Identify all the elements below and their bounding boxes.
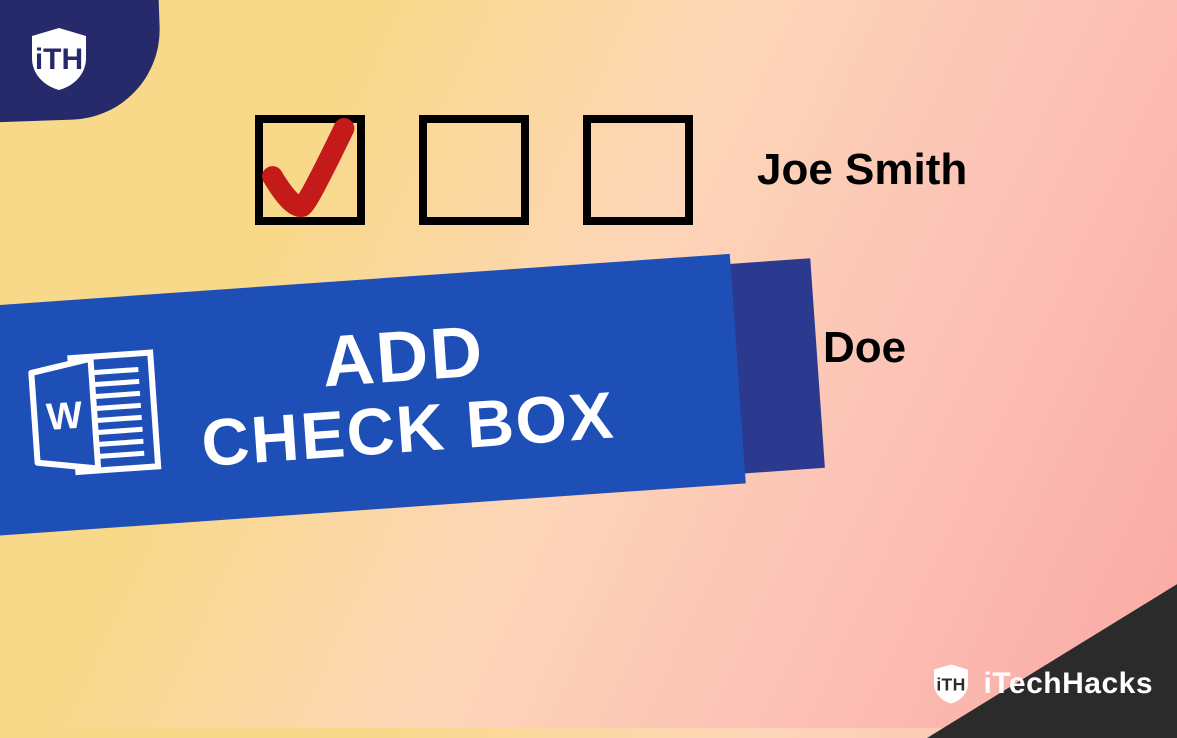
banner-text: ADD CHECK BOX [194, 305, 617, 478]
checkbox-row: Joe Smith [255, 115, 967, 225]
ms-word-icon: W [14, 334, 174, 494]
checkmark-icon [253, 95, 383, 245]
brand-name: iTechHacks [983, 667, 1153, 701]
shield-logo-icon: iTH [929, 662, 973, 706]
svg-text:iTH: iTH [35, 43, 83, 76]
checkbox-empty[interactable] [583, 115, 693, 225]
corner-bottom-right [927, 578, 1177, 738]
svg-text:iTH: iTH [937, 674, 966, 694]
row-name-label: Joe Smith [757, 145, 967, 195]
brand-logo-top: iTH [24, 24, 94, 99]
svg-text:W: W [45, 395, 84, 439]
title-banner: W ADD CHECK BOX [0, 248, 828, 577]
brand-footer: iTH iTechHacks [929, 662, 1153, 706]
shield-logo-icon: iTH [24, 24, 94, 94]
checkbox-checked[interactable] [255, 115, 365, 225]
checkbox-empty[interactable] [419, 115, 529, 225]
banner-main: W ADD CHECK BOX [0, 254, 746, 536]
